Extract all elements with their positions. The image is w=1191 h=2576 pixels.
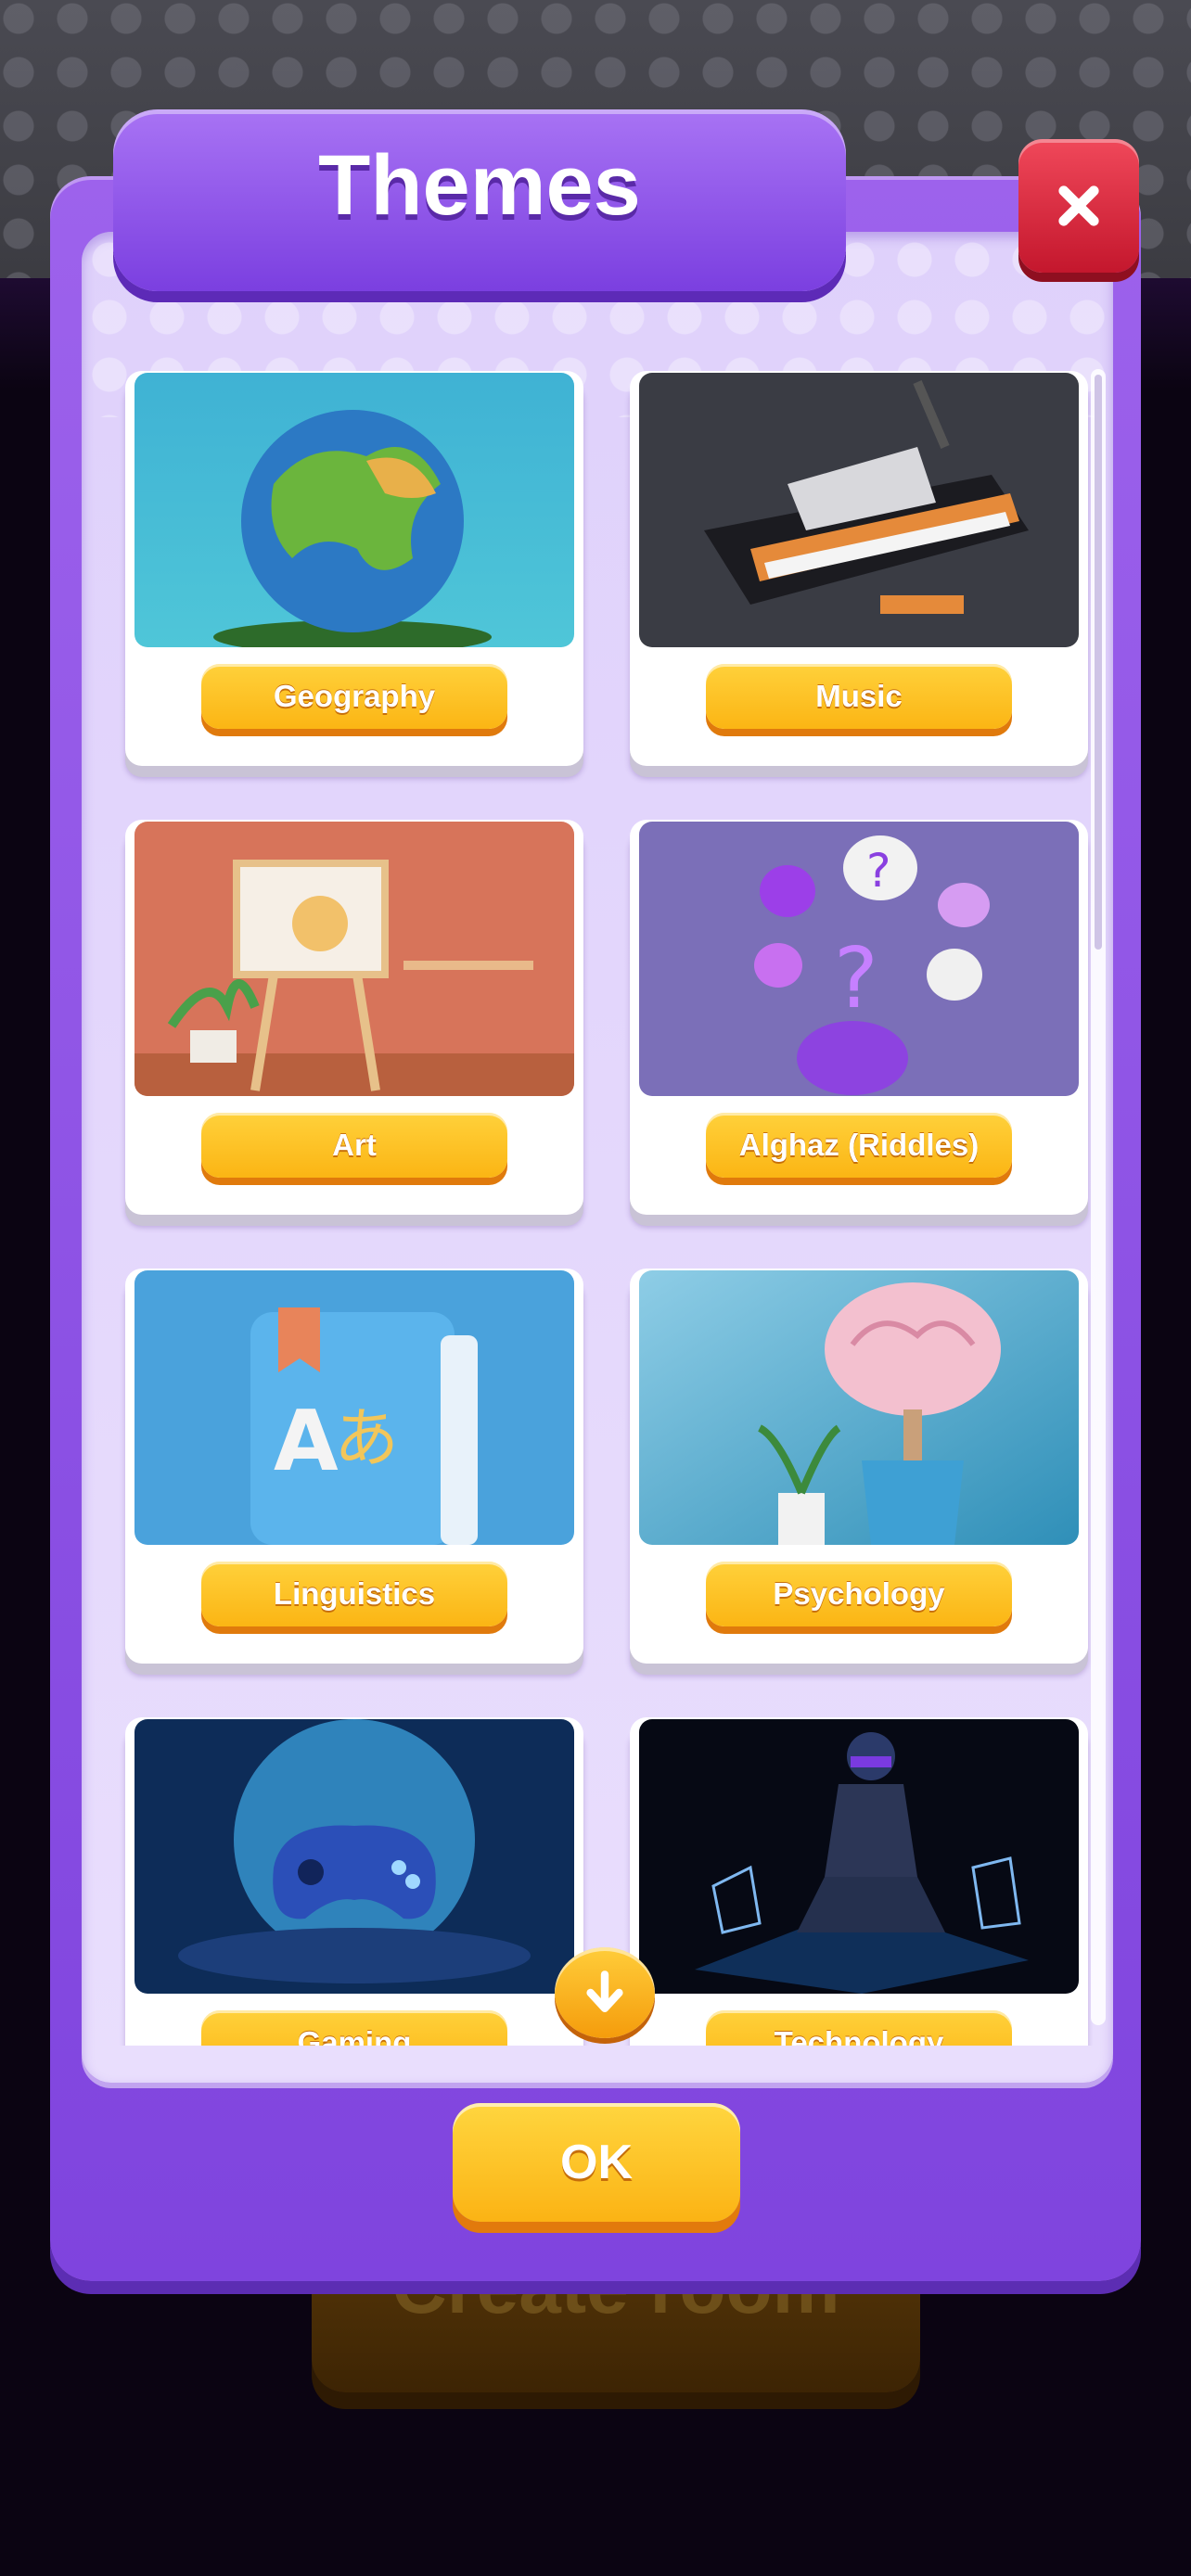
gamepad-image: [134, 1719, 574, 1994]
theme-button-music[interactable]: Music: [706, 664, 1012, 729]
book-image: A あ: [134, 1270, 574, 1545]
globe-image: [134, 373, 574, 647]
theme-button-gaming[interactable]: Gaming: [201, 2010, 507, 2046]
ok-button[interactable]: OK: [453, 2103, 740, 2222]
theme-button-linguistics[interactable]: Linguistics: [201, 1562, 507, 1626]
modal-title: Themes: [318, 138, 641, 233]
easel-image: [134, 822, 574, 1096]
svg-text:?: ?: [834, 930, 878, 1027]
close-button[interactable]: [1018, 139, 1139, 273]
theme-button-technology[interactable]: Technology: [706, 2010, 1012, 2046]
theme-button-riddles[interactable]: Alghaz (Riddles): [706, 1113, 1012, 1178]
theme-card-riddles[interactable]: ? ? Alghaz (Riddles): [630, 820, 1088, 1215]
theme-button-art[interactable]: Art: [201, 1113, 507, 1178]
svg-text:A: A: [274, 1393, 339, 1490]
theme-card-psychology[interactable]: Psychology: [630, 1269, 1088, 1664]
theme-button-psychology[interactable]: Psychology: [706, 1562, 1012, 1626]
arrow-down-icon: [586, 1970, 623, 2012]
theme-card-technology[interactable]: Technology: [630, 1717, 1088, 2046]
theme-button-geography[interactable]: Geography: [201, 664, 507, 729]
themes-grid[interactable]: Geography Music Art ? ? Alghaz (Riddles)…: [82, 371, 1093, 2046]
riddles-image: ? ?: [639, 822, 1079, 1096]
close-icon: [1058, 185, 1099, 226]
brain-image: [639, 1270, 1079, 1545]
theme-card-music[interactable]: Music: [630, 371, 1088, 766]
piano-image: [639, 373, 1079, 647]
theme-card-geography[interactable]: Geography: [125, 371, 583, 766]
vr-soldier-image: [639, 1719, 1079, 1994]
theme-card-art[interactable]: Art: [125, 820, 583, 1215]
scrollbar-thumb[interactable]: [1095, 375, 1102, 950]
theme-card-linguistics[interactable]: A あ Linguistics: [125, 1269, 583, 1664]
svg-text:?: ?: [866, 844, 891, 898]
svg-text:あ: あ: [334, 1400, 399, 1476]
theme-card-gaming[interactable]: Gaming: [125, 1717, 583, 2046]
scroll-down-button[interactable]: [555, 1947, 655, 2038]
